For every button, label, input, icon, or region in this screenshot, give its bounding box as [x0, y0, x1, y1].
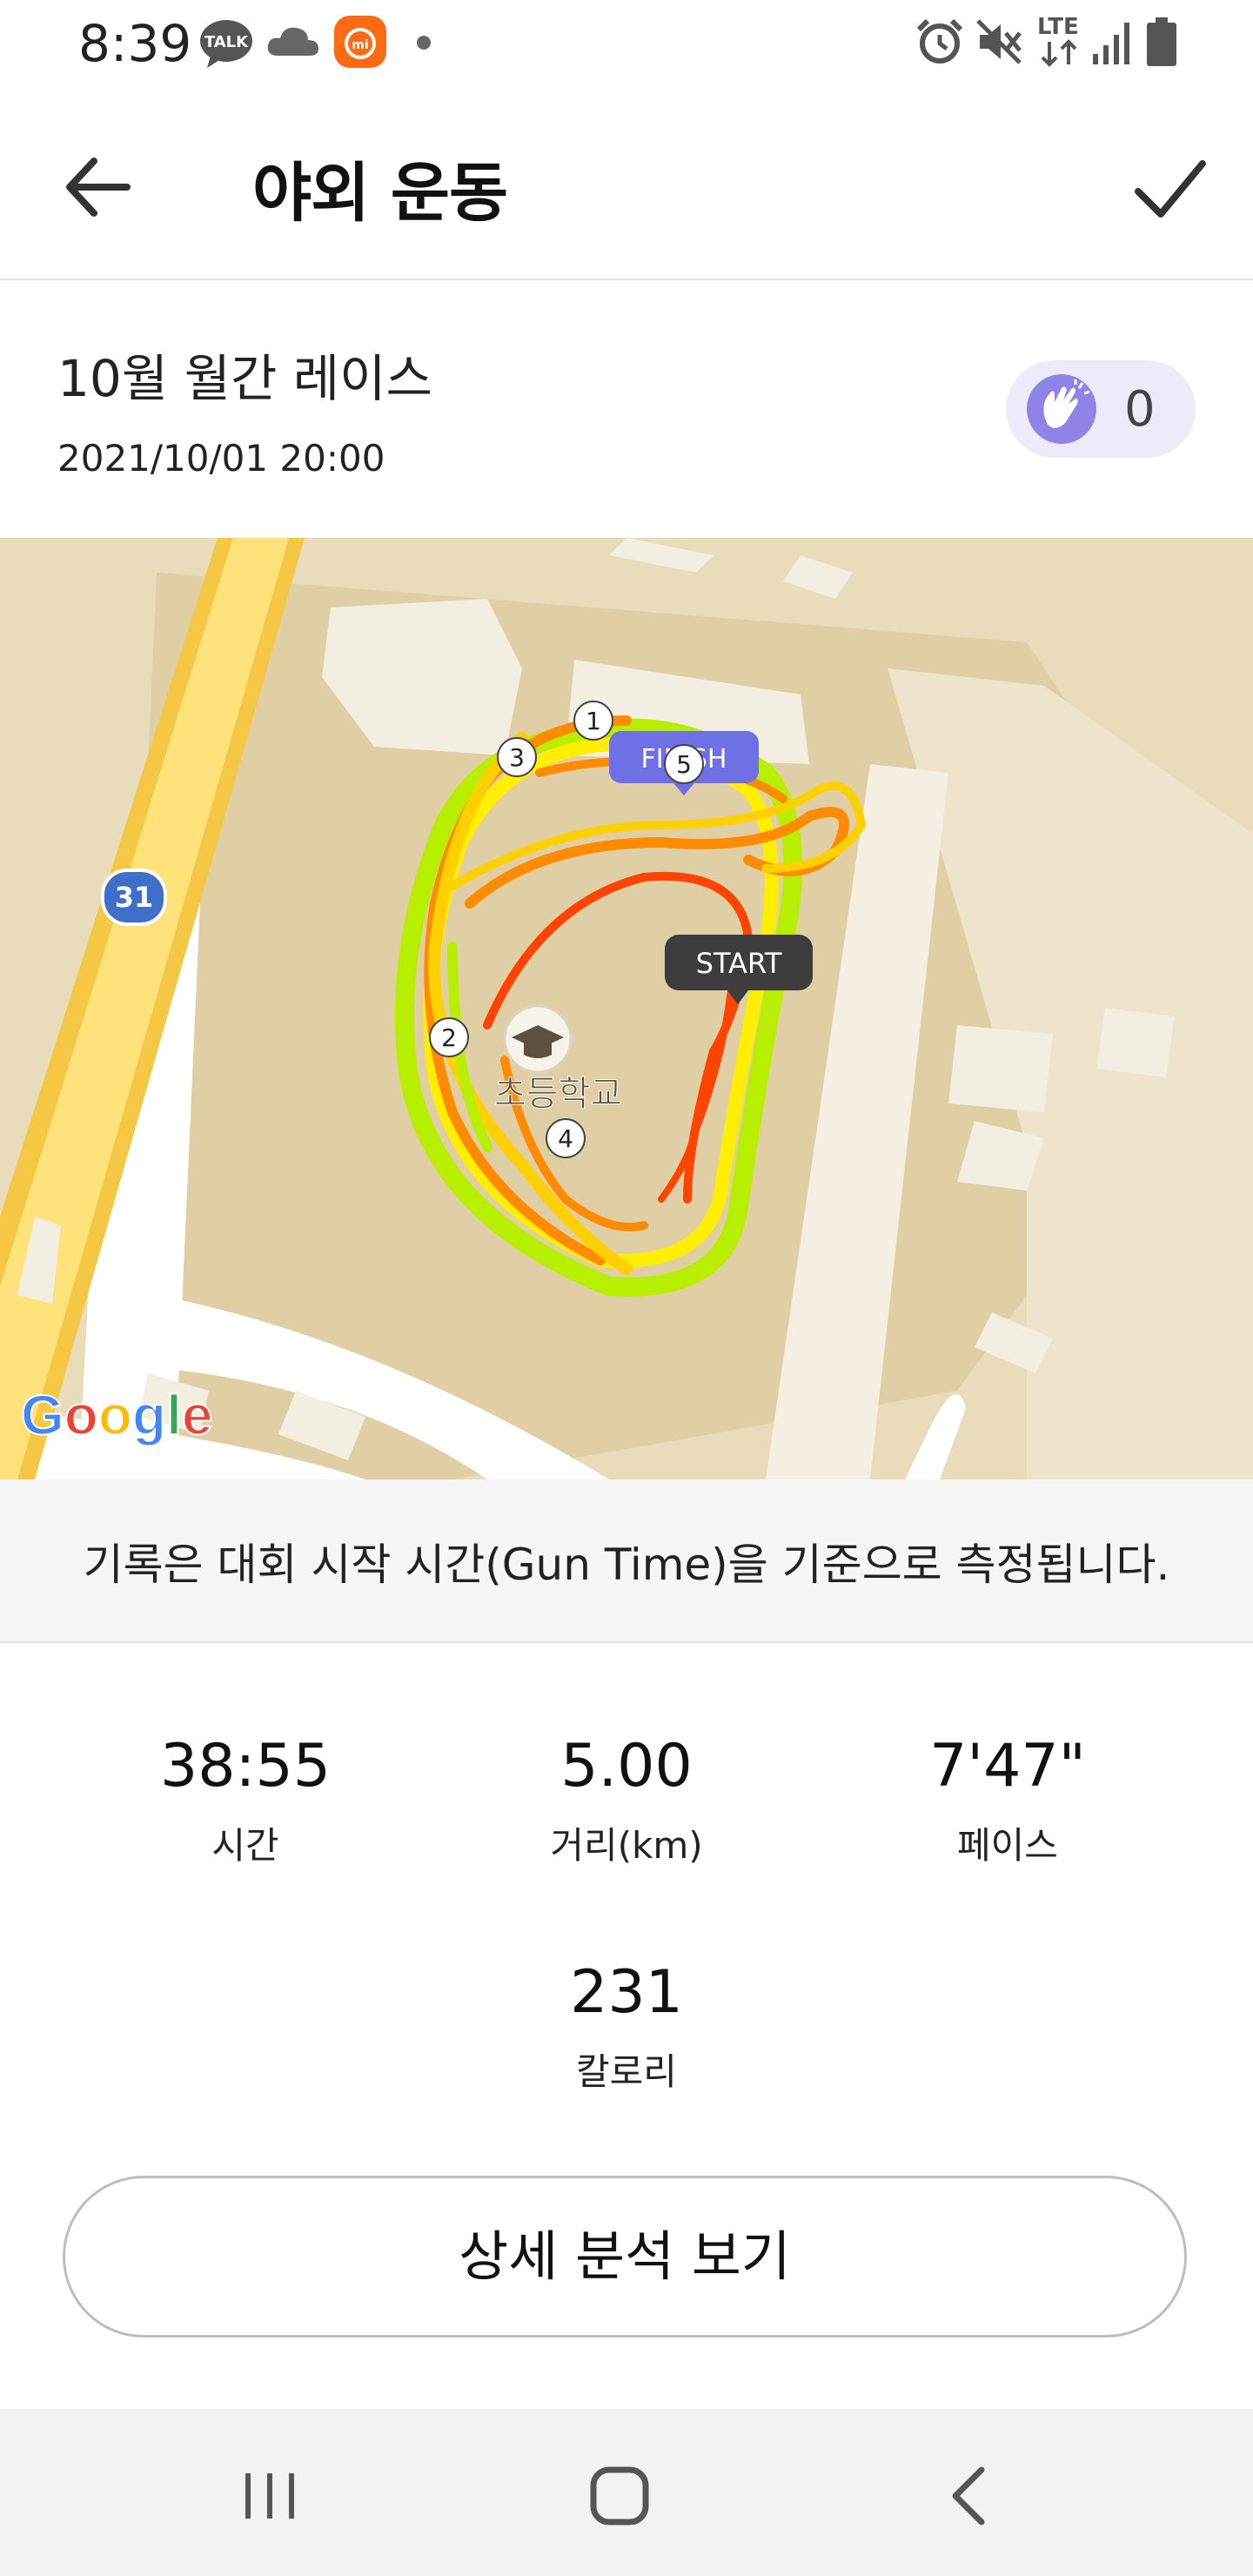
- navigation-bar: [0, 2409, 1253, 2576]
- stat-time: 38:55 시간: [54, 1732, 437, 1869]
- status-bar: 8:39 TALK mi LTE: [0, 0, 1253, 87]
- stat-distance-value: 5.00: [560, 1732, 693, 1801]
- kakaotalk-icon: TALK: [200, 20, 252, 68]
- stat-pace-value: 7'47": [929, 1732, 1086, 1801]
- stat-pace-label: 페이스: [957, 1824, 1058, 1867]
- km-marker-2-label: 2: [441, 1023, 457, 1052]
- clap-count: 0: [1124, 381, 1156, 438]
- km-marker-3-label: 3: [509, 743, 525, 772]
- mi-app-icon: mi: [334, 16, 386, 68]
- stat-calories-value: 231: [570, 1958, 683, 2027]
- cloud-icon: [267, 27, 318, 56]
- lte-icon: LTE: [1037, 16, 1084, 70]
- route-map[interactable]: 31 초등학교 1 2 3 4 5 START Google: [0, 538, 1253, 1479]
- clap-icon: [1027, 374, 1096, 444]
- race-datetime: 2021/10/01 20:00: [57, 437, 385, 480]
- arrow-left-icon: [66, 158, 131, 217]
- page-title: 야외 운동: [252, 156, 508, 231]
- map-canvas: 31 초등학교 1 2 3 4 5 START Google: [0, 538, 1253, 1479]
- stat-distance: 5.00 거리(km): [435, 1732, 818, 1869]
- battery-icon: [1147, 17, 1176, 66]
- back-button[interactable]: [52, 139, 148, 235]
- stat-time-label: 시간: [211, 1824, 279, 1867]
- km-marker-4: 4: [546, 1118, 586, 1158]
- stat-pace: 7'47" 페이스: [816, 1732, 1199, 1869]
- mute-icon: [976, 19, 1022, 64]
- km-marker-4-label: 4: [558, 1124, 573, 1153]
- lte-label: LTE: [1037, 14, 1079, 40]
- alarm-icon: [916, 18, 963, 64]
- status-time: 8:39: [78, 14, 192, 73]
- recent-apps-icon[interactable]: [235, 2461, 305, 2531]
- detail-analysis-button[interactable]: 상세 분석 보기: [63, 2176, 1187, 2338]
- stat-calories-label: 칼로리: [576, 2050, 677, 2093]
- signal-icon: [1093, 23, 1129, 64]
- check-icon: [1135, 160, 1206, 218]
- back-icon[interactable]: [936, 2461, 1006, 2531]
- km-marker-3: 3: [497, 737, 537, 777]
- google-logo: Google: [21, 1384, 212, 1446]
- gun-time-notice: 기록은 대회 시작 시간(Gun Time)을 기준으로 측정됩니다.: [0, 1479, 1253, 1643]
- svg-text:mi: mi: [352, 38, 368, 52]
- km-marker-2: 2: [429, 1017, 469, 1057]
- stat-distance-label: 거리(km): [550, 1824, 703, 1867]
- road-number: 31: [115, 881, 154, 914]
- km-marker-5-label: 5: [676, 750, 692, 779]
- road-shield-31: 31: [101, 869, 167, 926]
- notice-text: 기록은 대회 시작 시간(Gun Time)을 기준으로 측정됩니다.: [83, 1540, 1170, 1590]
- km-marker-1: 1: [573, 701, 613, 741]
- clap-button[interactable]: 0: [1006, 360, 1196, 458]
- app-bar: 야외 운동: [0, 87, 1253, 280]
- home-icon[interactable]: [585, 2461, 654, 2531]
- school-label: 초등학교: [494, 1074, 622, 1114]
- stat-time-value: 38:55: [160, 1732, 331, 1801]
- km-marker-1-label: 1: [586, 707, 601, 735]
- dot-icon: [417, 36, 431, 50]
- race-title: 10월 월간 레이스: [57, 349, 432, 408]
- start-label: START: [696, 947, 782, 980]
- stat-calories: 231 칼로리: [435, 1958, 818, 2096]
- svg-text:TALK: TALK: [204, 33, 249, 51]
- confirm-button[interactable]: [1122, 141, 1218, 237]
